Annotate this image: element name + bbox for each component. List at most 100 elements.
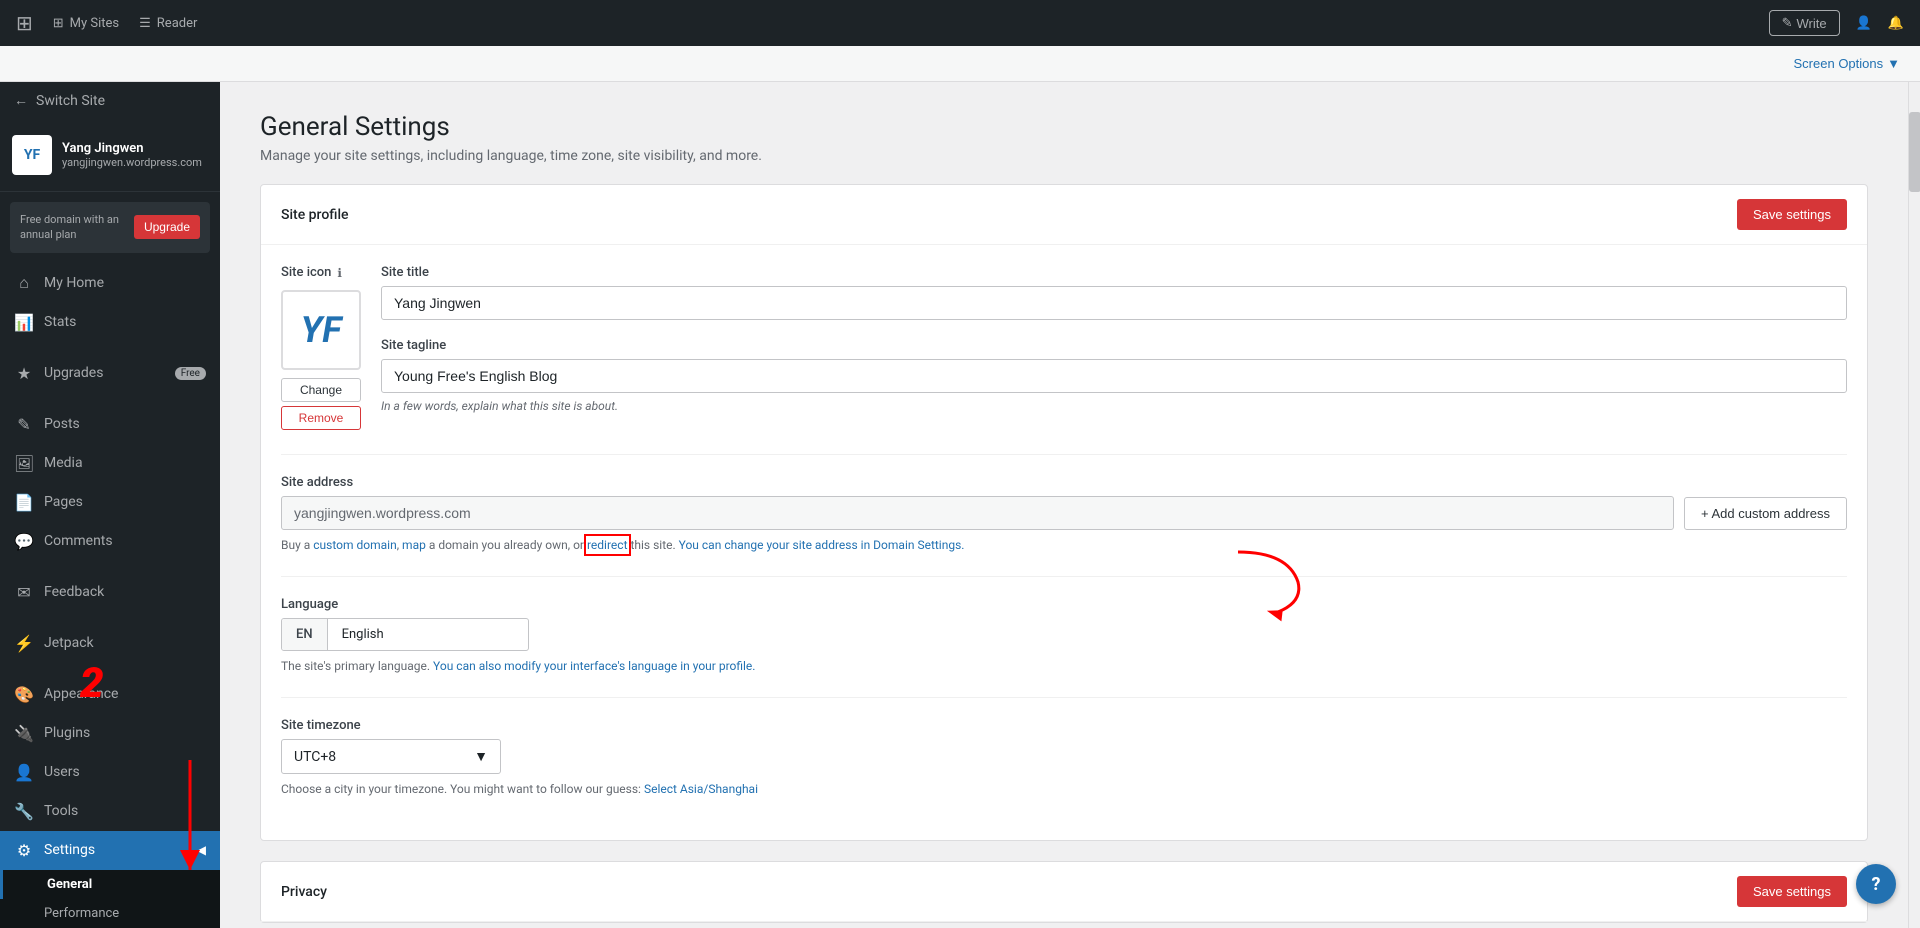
nav-my-home[interactable]: ⌂ My Home <box>0 263 220 303</box>
add-custom-address-button[interactable]: + Add custom address <box>1684 497 1847 530</box>
timezone-select[interactable]: UTC+8 ▼ <box>281 739 501 774</box>
language-profile-link[interactable]: You can also modify your interface's lan… <box>433 659 755 673</box>
write-icon: ✎ <box>1782 15 1793 31</box>
screen-options-button[interactable]: Screen Options ▼ <box>1794 56 1900 71</box>
privacy-card: Privacy Save settings <box>260 861 1868 923</box>
wp-logo-icon: ⊞ <box>16 11 33 35</box>
timezone-hint: Choose a city in your timezone. You migh… <box>281 782 1847 796</box>
change-site-address-link[interactable]: You can change your site address in Doma… <box>679 538 965 552</box>
write-button[interactable]: ✎ Write <box>1769 10 1840 36</box>
nav-users[interactable]: 👤 Users <box>0 753 220 792</box>
comments-icon: 💬 <box>14 532 34 551</box>
custom-domain-link[interactable]: custom domain <box>313 538 396 552</box>
upgrade-banner-text: Free domain with an annual plan <box>20 212 126 243</box>
reader-nav[interactable]: ☰ Reader <box>139 16 197 31</box>
feedback-icon: ✉ <box>14 583 34 602</box>
nav-feedback[interactable]: ✉ Feedback <box>0 573 220 612</box>
posts-icon: ✎ <box>14 415 34 434</box>
nav-comments[interactable]: 💬 Comments <box>0 522 220 561</box>
submenu-general[interactable]: General <box>0 870 220 899</box>
chevron-down-icon: ▼ <box>1887 56 1900 71</box>
stats-icon: 📊 <box>14 313 34 332</box>
content-area: General Settings Manage your site settin… <box>220 82 1908 928</box>
top-bar: ⊞ ⊞ My Sites ☰ Reader ✎ Write 👤 🔔 <box>0 0 1920 46</box>
nav-media[interactable]: 🖼 Media <box>0 444 220 483</box>
icon-title-row: Site icon ℹ YF Change Remove Site title <box>281 265 1847 434</box>
info-icon[interactable]: ℹ <box>337 266 342 280</box>
sidebar: ← Switch Site YF Yang Jingwen yangjingwe… <box>0 82 220 928</box>
user-avatar[interactable]: 👤 <box>1856 16 1872 31</box>
avatar: YF <box>12 135 52 175</box>
pages-icon: 📄 <box>14 493 34 512</box>
address-hint: Buy a custom domain, map a domain you al… <box>281 538 1847 552</box>
settings-icon: ⚙ <box>14 841 34 860</box>
language-selector[interactable]: EN English <box>281 618 529 651</box>
site-title-input[interactable] <box>381 286 1847 320</box>
language-prefix: EN <box>282 619 328 650</box>
settings-submenu: General Performance Writing Discussion R… <box>0 870 220 928</box>
notifications-icon[interactable]: 🔔 <box>1888 16 1904 31</box>
site-icon-preview: YF <box>281 290 361 370</box>
nav-appearance[interactable]: 🎨 Appearance <box>0 675 220 714</box>
page-title: General Settings <box>260 112 1868 142</box>
reader-icon: ☰ <box>139 16 151 31</box>
site-info: YF Yang Jingwen yangjingwen.wordpress.co… <box>0 119 220 192</box>
back-arrow-icon: ← <box>14 92 28 109</box>
site-tagline-input[interactable] <box>381 359 1847 393</box>
language-section: Language EN English The site's primary l… <box>281 597 1847 673</box>
top-bar-right: ✎ Write 👤 🔔 <box>1769 10 1904 36</box>
timezone-section: Site timezone UTC+8 ▼ Choose a city in y… <box>281 718 1847 796</box>
top-bar-left: ⊞ ⊞ My Sites ☰ Reader <box>16 11 197 35</box>
address-row: + Add custom address <box>281 496 1847 530</box>
timezone-guess-link[interactable]: Select Asia/Shanghai <box>644 782 758 796</box>
site-tagline-hint: In a few words, explain what this site i… <box>381 399 1847 413</box>
save-settings-button-top[interactable]: Save settings <box>1737 199 1847 230</box>
site-tagline-label: Site tagline <box>381 338 1847 353</box>
map-link[interactable]: map <box>402 538 426 552</box>
upgrade-button[interactable]: Upgrade <box>134 215 200 239</box>
language-label: Language <box>281 597 1847 612</box>
timezone-label: Site timezone <box>281 718 1847 733</box>
nav-upgrades[interactable]: ★ Upgrades Free <box>0 354 220 393</box>
sites-icon: ⊞ <box>53 16 64 31</box>
nav-pages[interactable]: 📄 Pages <box>0 483 220 522</box>
plugins-icon: 🔌 <box>14 724 34 743</box>
card-header-privacy: Privacy Save settings <box>261 862 1867 922</box>
save-settings-button-privacy[interactable]: Save settings <box>1737 876 1847 907</box>
submenu-performance[interactable]: Performance <box>0 899 220 928</box>
right-scrollbar <box>1908 82 1920 928</box>
page-subtitle: Manage your site settings, including lan… <box>260 148 1868 164</box>
media-icon: 🖼 <box>14 454 34 473</box>
privacy-label: Privacy <box>281 884 327 900</box>
settings-arrow-icon: ◀ <box>197 843 206 857</box>
redirect-link[interactable]: redirect <box>587 538 628 552</box>
change-icon-button[interactable]: Change <box>281 378 361 402</box>
upgrades-badge: Free <box>175 367 206 380</box>
main-layout: ← Switch Site YF Yang Jingwen yangjingwe… <box>0 82 1920 928</box>
site-title-section: Site title Site tagline In a few words, … <box>381 265 1847 413</box>
tools-icon: 🔧 <box>14 802 34 821</box>
remove-icon-button[interactable]: Remove <box>281 406 361 430</box>
appearance-icon: 🎨 <box>14 685 34 704</box>
help-button[interactable]: ? <box>1856 864 1896 904</box>
nav-plugins[interactable]: 🔌 Plugins <box>0 714 220 753</box>
jetpack-icon: ⚡ <box>14 634 34 653</box>
nav-jetpack[interactable]: ⚡ Jetpack <box>0 624 220 663</box>
switch-site-button[interactable]: ← Switch Site <box>0 82 220 119</box>
site-title-label: Site title <box>381 265 1847 280</box>
upgrade-banner: Free domain with an annual plan Upgrade <box>10 202 210 253</box>
site-details: Yang Jingwen yangjingwen.wordpress.com <box>62 141 202 169</box>
site-address-input <box>281 496 1674 530</box>
site-profile-card: Site profile Save settings Site icon ℹ Y… <box>260 184 1868 841</box>
nav-stats[interactable]: 📊 Stats <box>0 303 220 342</box>
nav-settings[interactable]: ⚙ Settings ◀ <box>0 831 220 870</box>
language-name: English <box>328 619 528 650</box>
nav-posts[interactable]: ✎ Posts <box>0 405 220 444</box>
screen-options-bar: Screen Options ▼ <box>0 46 1920 82</box>
site-address-section: Site address + Add custom address Buy a … <box>281 475 1847 552</box>
site-address-label: Site address <box>281 475 1847 490</box>
site-profile-label: Site profile <box>281 207 349 223</box>
site-profile-body: Site icon ℹ YF Change Remove Site title <box>261 245 1867 840</box>
my-sites-nav[interactable]: ⊞ My Sites <box>53 16 119 31</box>
nav-tools[interactable]: 🔧 Tools <box>0 792 220 831</box>
